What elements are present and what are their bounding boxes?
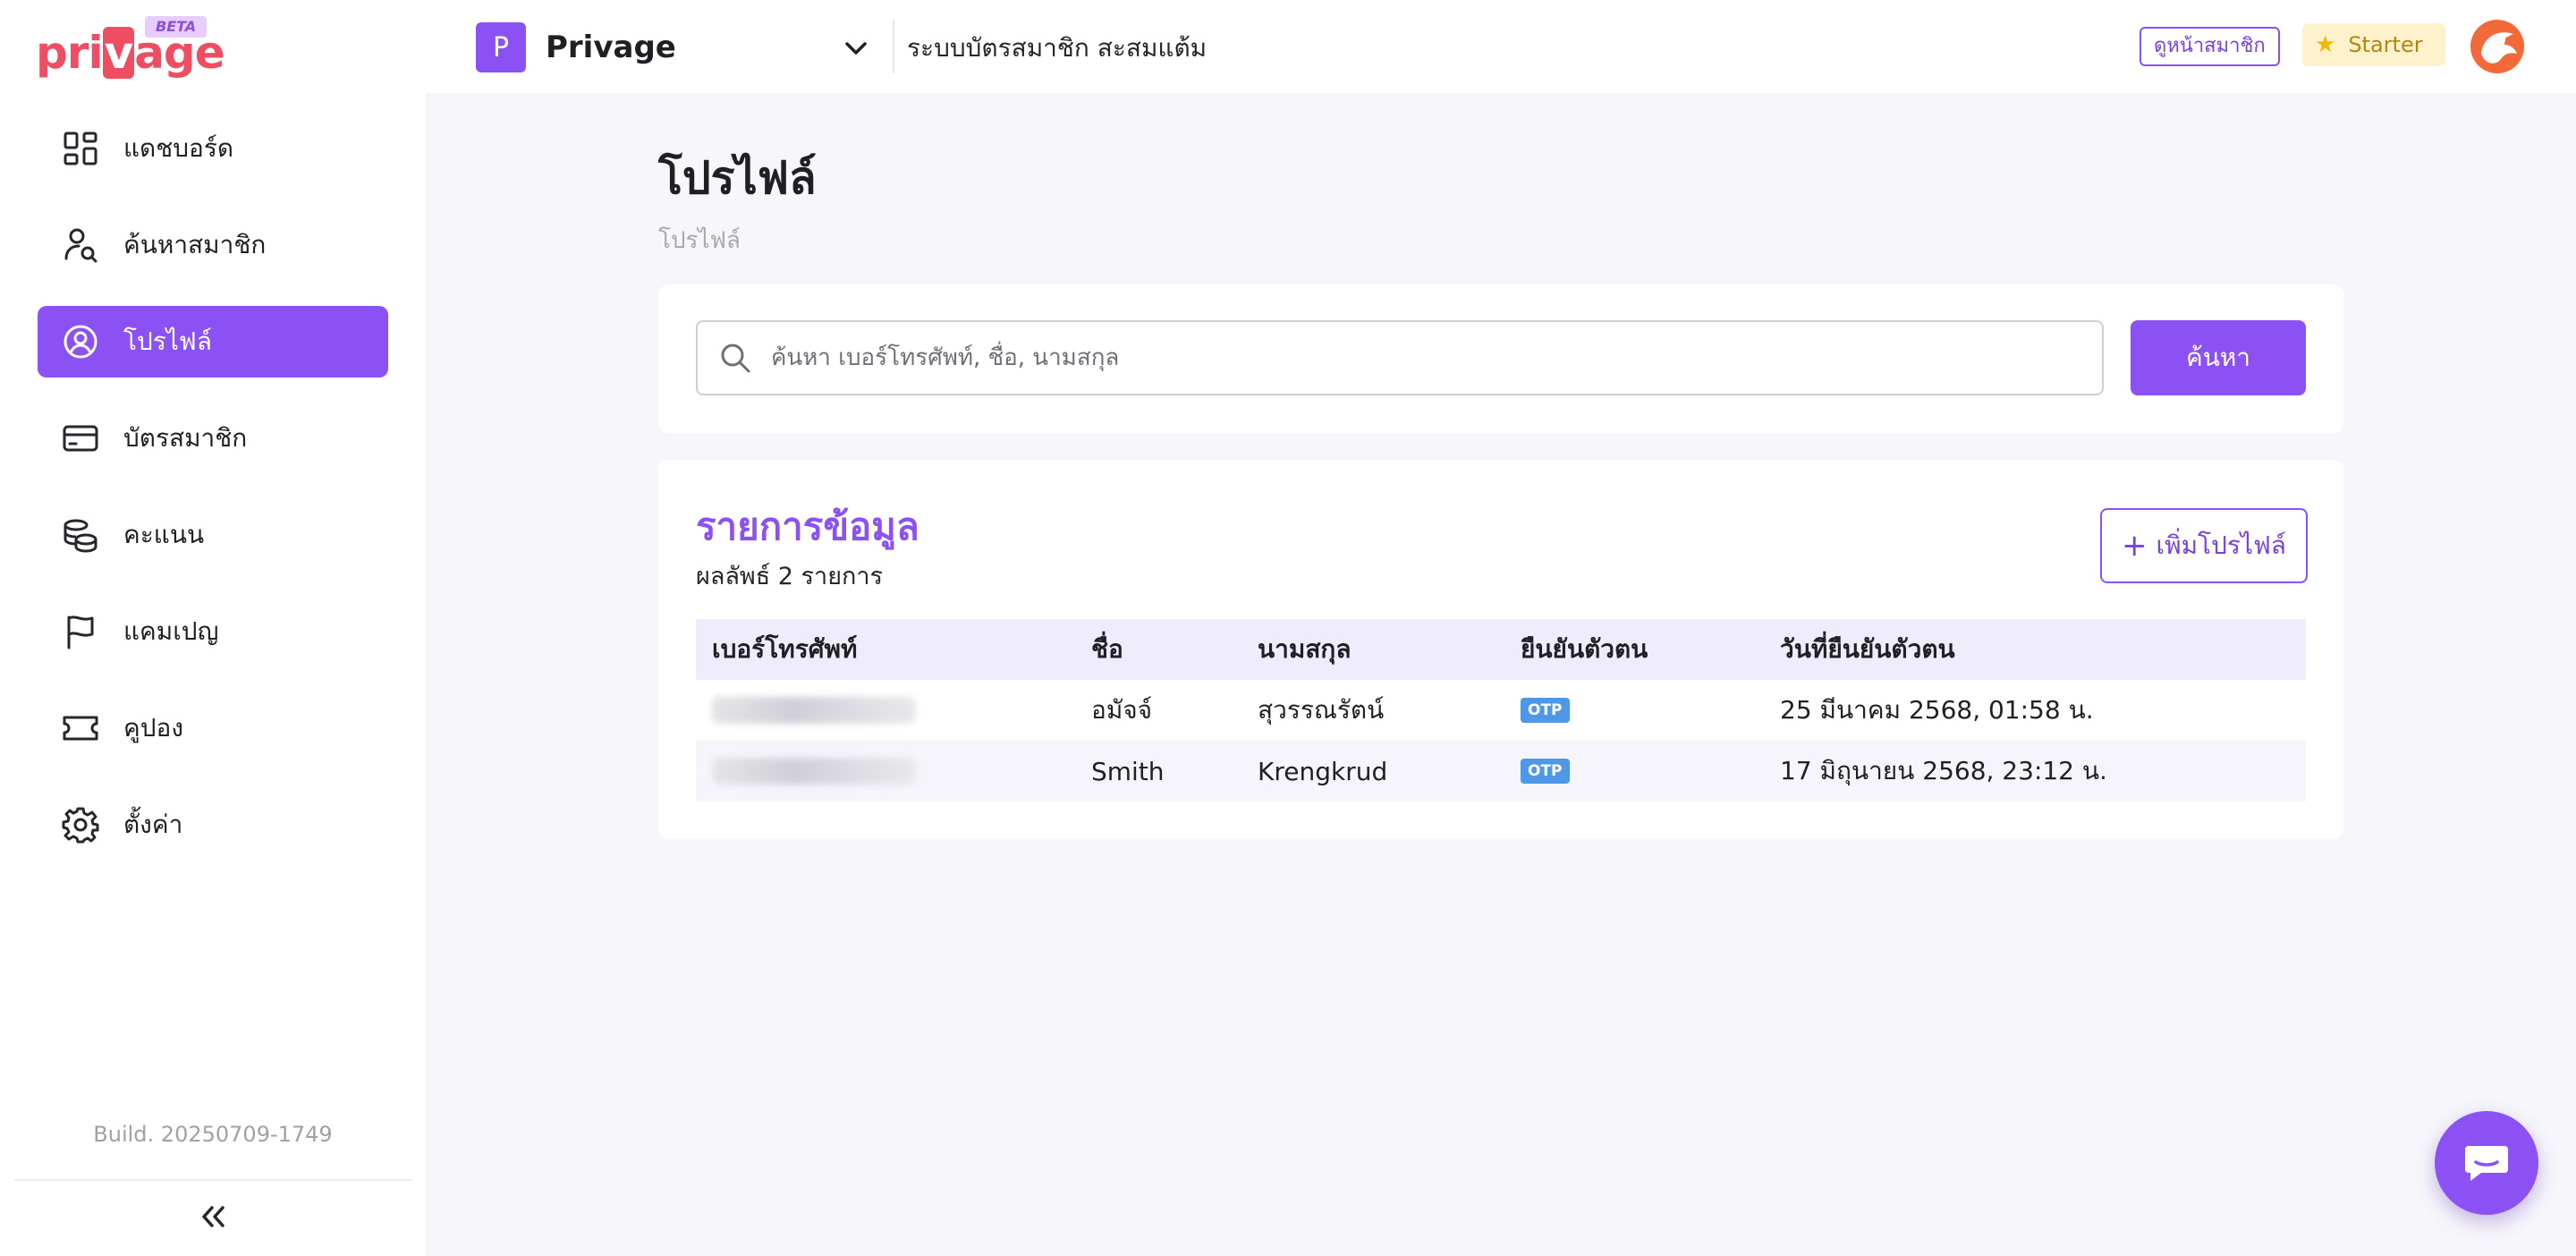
sidebar: แดชบอร์ด ค้นหาสมาชิก โปรไฟล์ บัตรสมาชิก xyxy=(0,93,426,1256)
card-icon xyxy=(61,419,100,458)
plan-label: Starter xyxy=(2348,32,2423,57)
sidebar-item-dashboard[interactable]: แดชบอร์ด xyxy=(38,113,388,184)
last-name-cell: Krengkrud xyxy=(1258,756,1388,786)
page-title: โปรไฟล์ xyxy=(658,152,817,204)
phone-cell xyxy=(712,741,916,802)
member-search-icon xyxy=(61,225,100,265)
verified-date-cell: 17 มิถุนายน 2568, 23:12 น. xyxy=(1780,756,2107,785)
otp-badge: OTP xyxy=(1521,759,1570,784)
view-member-page-button[interactable]: ดูหน้าสมาชิก xyxy=(2140,27,2280,66)
sidebar-item-label: คะแนน xyxy=(123,520,205,549)
redacted-phone xyxy=(712,697,916,724)
sidebar-item-coupon[interactable]: คูปอง xyxy=(38,692,388,764)
verified-date-cell: 25 มีนาคม 2568, 01:58 น. xyxy=(1780,695,2094,725)
sidebar-item-member-search[interactable]: ค้นหาสมาชิก xyxy=(38,209,388,281)
beta-badge: BETA xyxy=(145,16,208,38)
column-header-first-name[interactable]: ชื่อ xyxy=(1091,619,1123,680)
sidebar-item-campaign[interactable]: แคมเปญ xyxy=(38,596,388,667)
table-row[interactable]: Smith Krengkrud OTP 17 มิถุนายน 2568, 23… xyxy=(696,741,2306,802)
verification-cell: OTP xyxy=(1521,680,1570,741)
collapse-sidebar-button[interactable] xyxy=(191,1195,234,1238)
first-name-cell: อมัจจ์ xyxy=(1091,695,1153,725)
column-header-verified-date[interactable]: วันที่ยืนยันตัวตน xyxy=(1780,619,1955,680)
plus-icon: + xyxy=(2122,528,2148,564)
sidebar-item-label: บัตรสมาชิก xyxy=(123,423,248,453)
sidebar-item-label: คูปอง xyxy=(123,713,183,743)
search-button[interactable]: ค้นหา xyxy=(2131,320,2306,395)
search-field[interactable] xyxy=(696,320,2104,395)
header-divider xyxy=(893,20,894,73)
sidebar-item-member-card[interactable]: บัตรสมาชิก xyxy=(38,403,388,474)
sidebar-item-settings[interactable]: ตั้งค่า xyxy=(38,789,388,861)
profile-list-card: รายการข้อมูล ผลลัพธ์ 2 รายการ + เพิ่มโปร… xyxy=(658,460,2343,839)
ticket-icon xyxy=(61,709,100,748)
plan-badge[interactable]: ★ Starter xyxy=(2302,23,2445,66)
list-title: รายการข้อมูล xyxy=(696,505,919,548)
chat-support-button[interactable] xyxy=(2435,1111,2538,1215)
phone-cell xyxy=(712,680,916,741)
add-profile-label: เพิ่มโปรไฟล์ xyxy=(2156,530,2286,560)
search-input[interactable] xyxy=(771,331,2077,385)
profile-icon xyxy=(61,322,100,361)
column-header-phone[interactable]: เบอร์โทรศัพท์ xyxy=(712,619,857,680)
project-initial-badge: P xyxy=(476,22,526,72)
sidebar-item-label: ค้นหาสมาชิก xyxy=(123,230,267,259)
table-header-row: เบอร์โทรศัพท์ ชื่อ นามสกุล ยืนยันตัวตน ว… xyxy=(696,619,2306,680)
dashboard-icon xyxy=(61,129,100,168)
star-icon: ★ xyxy=(2315,31,2336,58)
sidebar-item-points[interactable]: คะแนน xyxy=(38,499,388,571)
project-switcher[interactable]: P Privage xyxy=(476,21,867,73)
verification-cell: OTP xyxy=(1521,741,1570,802)
otp-badge: OTP xyxy=(1521,698,1570,723)
project-name: Privage xyxy=(546,30,676,65)
privage-logo[interactable]: privage BETA xyxy=(36,16,225,79)
chat-bubble-icon xyxy=(2465,1146,2508,1181)
user-avatar[interactable] xyxy=(2469,18,2526,75)
breadcrumb[interactable]: โปรไฟล์ xyxy=(658,222,741,259)
system-subtitle: ระบบบัตรสมาชิก สะสมแต้ม xyxy=(907,33,1208,63)
search-card: ค้นหา xyxy=(658,284,2343,433)
sidebar-item-label: ตั้งค่า xyxy=(123,810,183,839)
first-name-cell: Smith xyxy=(1091,756,1165,786)
profile-table: เบอร์โทรศัพท์ ชื่อ นามสกุล ยืนยันตัวตน ว… xyxy=(696,619,2306,802)
table-row[interactable]: อมัจจ์ สุวรรณรัตน์ OTP 25 มีนาคม 2568, 0… xyxy=(696,680,2306,741)
gear-icon xyxy=(61,805,100,844)
sidebar-item-label: แคมเปญ xyxy=(123,616,219,646)
redacted-phone xyxy=(712,758,916,785)
chevron-down-icon[interactable] xyxy=(843,38,869,59)
top-header: privage BETA P Privage ระบบบัตรสมาชิก สะ… xyxy=(0,0,2576,93)
search-icon xyxy=(721,344,750,373)
flag-icon xyxy=(61,612,100,651)
column-header-verification[interactable]: ยืนยันตัวตน xyxy=(1521,619,1648,680)
coins-icon xyxy=(61,515,100,555)
sidebar-item-label: โปรไฟล์ xyxy=(123,327,212,356)
column-header-last-name[interactable]: นามสกุล xyxy=(1258,619,1352,680)
last-name-cell: สุวรรณรัตน์ xyxy=(1258,695,1385,725)
double-chevron-left-icon xyxy=(202,1206,225,1227)
sidebar-divider xyxy=(14,1179,411,1181)
build-version: Build. 20250709-1749 xyxy=(93,1122,333,1147)
result-count: ผลลัพธ์ 2 รายการ xyxy=(696,563,884,590)
sidebar-item-profile[interactable]: โปรไฟล์ xyxy=(38,306,388,378)
add-profile-button[interactable]: + เพิ่มโปรไฟล์ xyxy=(2100,508,2308,583)
sidebar-item-label: แดชบอร์ด xyxy=(123,133,234,163)
